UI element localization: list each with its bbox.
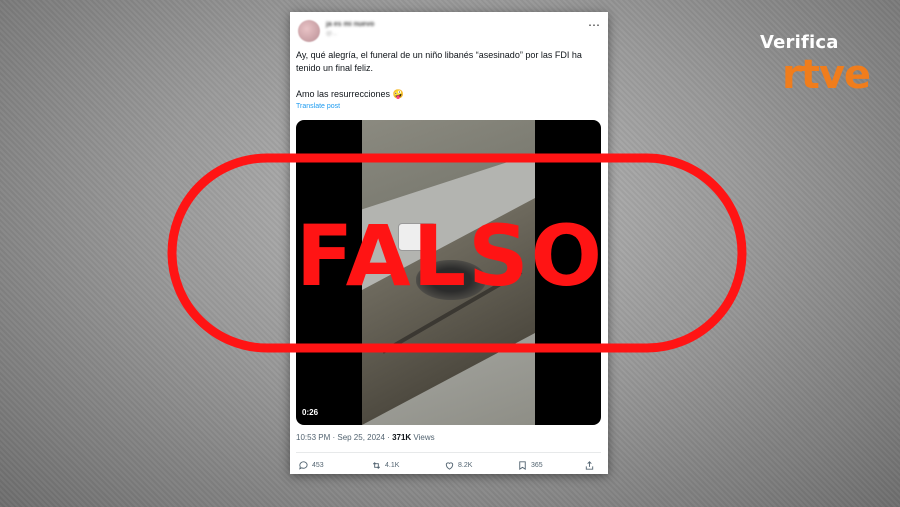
bookmark-icon — [519, 461, 526, 471]
brand-verifica: Verifica — [760, 32, 839, 53]
brand-rtve: rtve — [782, 52, 871, 98]
share-icon — [585, 461, 594, 470]
tweet-text-line1: Ay, qué alegría, el funeral de un niño l… — [296, 50, 582, 73]
reply-button[interactable]: 453 — [298, 460, 324, 471]
repost-button[interactable]: 4.1K — [371, 460, 399, 471]
action-bar: 453 4.1K 8.2K 365 — [298, 460, 598, 472]
tweet-text: Ay, qué alegría, el funeral de un niño l… — [296, 49, 601, 101]
video-frame — [362, 120, 535, 425]
like-icon — [445, 462, 454, 470]
reply-count: 453 — [312, 462, 324, 469]
divider — [296, 452, 601, 453]
views-label: Views — [411, 433, 435, 442]
translate-link[interactable]: Translate post — [296, 103, 340, 110]
author-name[interactable]: ja es mi nuevo — [326, 21, 374, 28]
share-button[interactable] — [584, 460, 595, 471]
video-van — [398, 223, 436, 251]
like-button[interactable]: 8.2K — [444, 460, 472, 471]
avatar[interactable] — [298, 20, 320, 42]
bookmark-count: 365 — [531, 462, 543, 469]
video-player[interactable]: 0:26 — [296, 120, 601, 425]
tweet-card: ja es mi nuevo @... ⋯ Ay, qué alegría, e… — [290, 12, 608, 474]
repost-count: 4.1K — [385, 462, 400, 469]
views-count: 371K — [392, 433, 412, 442]
tweet-text-line2: Amo las resurrecciones 🤪 — [296, 89, 404, 99]
reply-icon — [299, 461, 308, 470]
like-count: 8.2K — [458, 462, 473, 469]
video-crowd — [416, 260, 486, 300]
repost-icon — [372, 462, 381, 469]
bookmark-button[interactable]: 365 — [517, 460, 543, 471]
tweet-timestamp[interactable]: 10:53 PM · Sep 25, 2024 · — [296, 433, 392, 442]
tweet-meta: 10:53 PM · Sep 25, 2024 · 371K Views — [296, 433, 435, 442]
author-handle[interactable]: @... — [326, 31, 337, 37]
brand-logo: Verifica rtve — [760, 32, 880, 98]
video-duration: 0:26 — [302, 408, 319, 417]
more-icon[interactable]: ⋯ — [588, 19, 600, 31]
